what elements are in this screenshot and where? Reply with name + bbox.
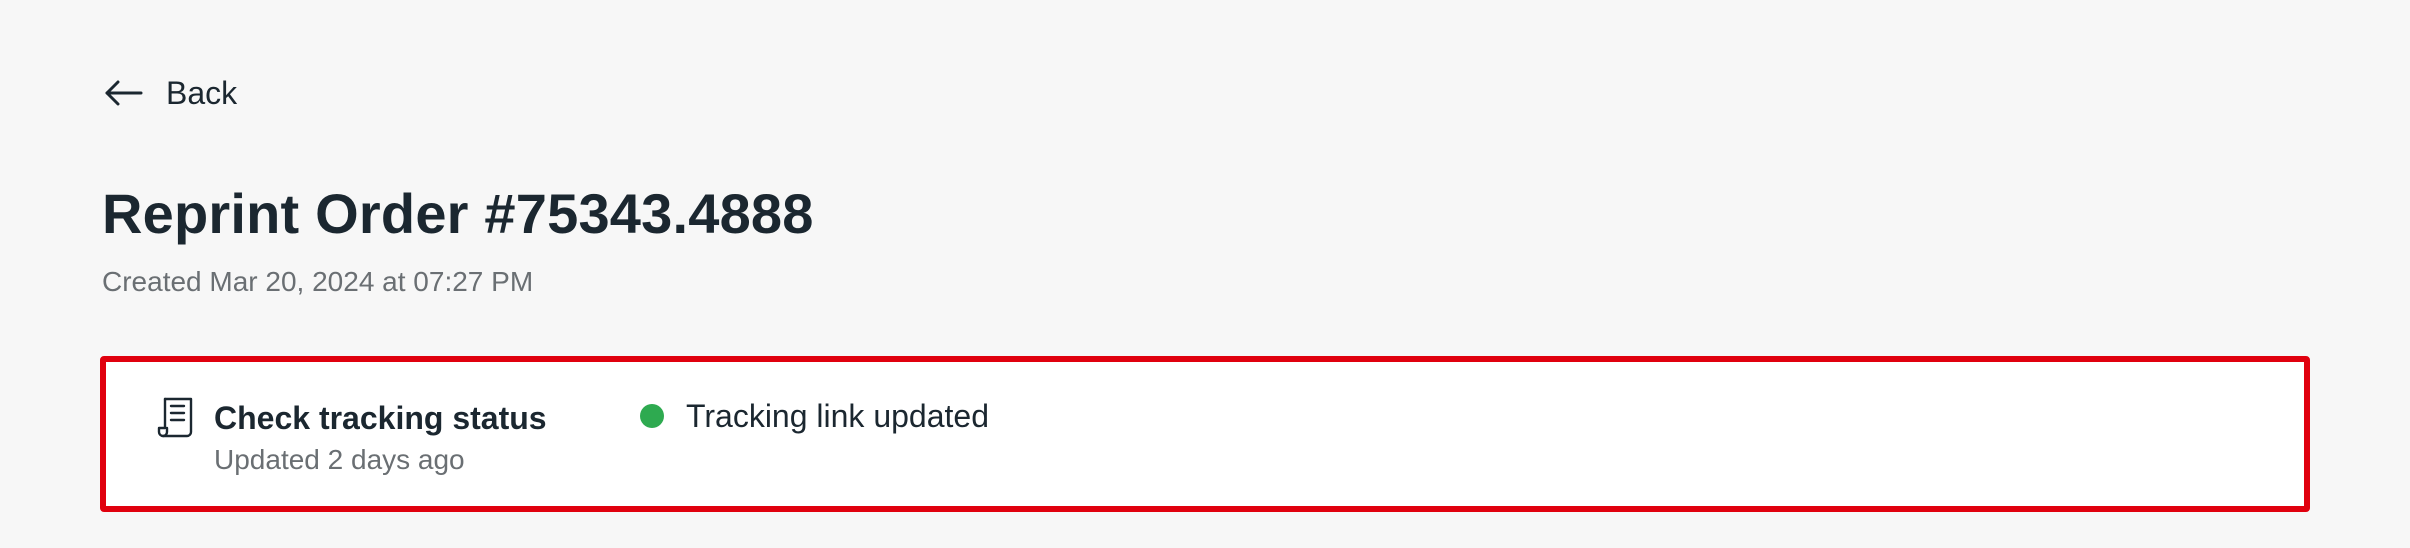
tracking-status-card[interactable]: Check tracking status Updated 2 days ago… (100, 356, 2310, 512)
status-dot-icon (640, 404, 664, 428)
order-created-date: Created Mar 20, 2024 at 07:27 PM (102, 266, 534, 297)
page-title: Reprint Order #75343.4888 (102, 182, 814, 245)
order-detail-page: Back Reprint Order #75343.4888 Created M… (0, 0, 2410, 548)
tracking-status-label: Tracking link updated (686, 398, 989, 434)
receipt-icon (156, 396, 196, 438)
tracking-card-title: Check tracking status (214, 400, 547, 436)
back-label: Back (166, 75, 238, 111)
back-button[interactable]: Back (104, 70, 237, 116)
arrow-left-icon (104, 80, 144, 106)
tracking-card-updated: Updated 2 days ago (214, 444, 465, 475)
